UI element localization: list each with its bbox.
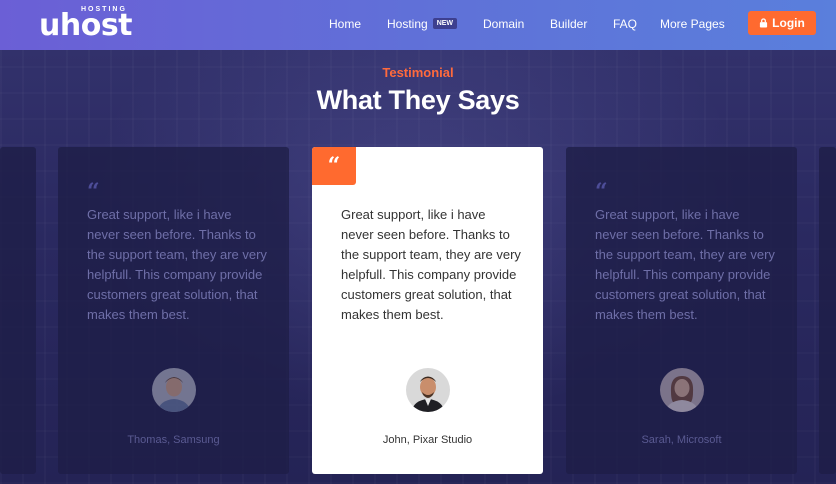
lock-icon (760, 18, 768, 28)
avatar (660, 368, 704, 412)
avatar (152, 368, 196, 412)
nav-domain[interactable]: Domain (483, 17, 524, 31)
testimonial-author: Sarah, Microsoft (641, 434, 722, 446)
testimonial-quote: Great support, like i have never seen be… (595, 207, 775, 322)
testimonial-card[interactable]: “ Great support, like i have never seen … (58, 147, 289, 474)
quote-icon: “ (87, 179, 100, 205)
site-logo[interactable]: HOSTING uhost (39, 6, 133, 43)
login-button[interactable]: Login (748, 11, 816, 35)
section-eyebrow: Testimonial (382, 65, 454, 80)
testimonial-card-active[interactable]: “ Great support, like i have never seen … (312, 147, 543, 474)
quote-icon: “ (595, 179, 608, 205)
testimonial-author: Thomas, Samsung (127, 434, 220, 446)
testimonial-quote: Great support, like i have never seen be… (341, 207, 521, 322)
testimonial-author: John, Pixar Studio (382, 434, 473, 446)
nav-hosting-label: Hosting (387, 17, 428, 31)
logo-wordmark: uhost (39, 8, 133, 43)
testimonial-card-partial-left (0, 147, 36, 474)
quote-icon: “ (312, 147, 356, 185)
new-badge: NEW (432, 18, 458, 30)
site-header: HOSTING uhost Home Hosting NEW Domain Bui… (0, 0, 836, 50)
nav-builder[interactable]: Builder (550, 17, 587, 31)
testimonial-quote: Great support, like i have never seen be… (87, 207, 267, 322)
section-title: What They Says (316, 85, 520, 115)
nav-more-pages[interactable]: More Pages (660, 17, 725, 31)
nav-hosting[interactable]: Hosting NEW (387, 17, 458, 31)
login-label: Login (772, 16, 805, 30)
testimonial-card[interactable]: “ Great support, like i have never seen … (566, 147, 797, 474)
nav-home[interactable]: Home (329, 17, 361, 31)
avatar (406, 368, 450, 412)
nav-faq[interactable]: FAQ (613, 17, 637, 31)
testimonial-card-partial-right (819, 147, 836, 474)
